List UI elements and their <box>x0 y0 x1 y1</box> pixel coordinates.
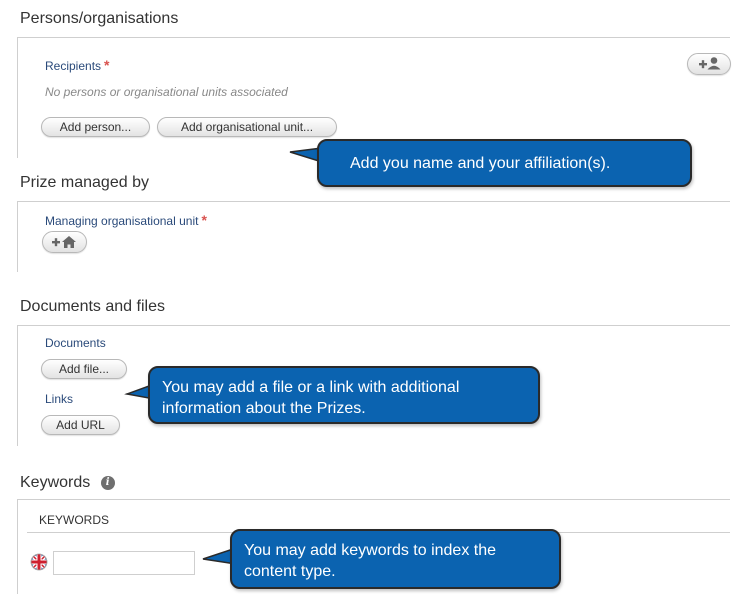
uk-flag-icon <box>30 553 48 571</box>
callout-keywords: You may add keywords to index the conten… <box>230 529 561 589</box>
callout-documents: You may add a file or a link with additi… <box>148 366 540 424</box>
required-icon: * <box>201 212 207 228</box>
add-file-button[interactable]: Add file... <box>41 359 127 379</box>
add-home-icon <box>52 236 76 248</box>
keywords-subheading: KEYWORDS <box>39 513 110 527</box>
callout-affiliation: Add you name and your affiliation(s). <box>317 139 692 187</box>
section-title-documents: Documents and files <box>20 298 165 315</box>
managing-unit-label: Managing organisational unit * <box>45 212 207 228</box>
add-recipient-button[interactable] <box>687 53 731 75</box>
recipients-label: Recipients * <box>45 57 110 73</box>
section-border <box>17 326 18 446</box>
add-person-button[interactable]: Add person... <box>41 117 150 137</box>
section-border <box>17 500 18 594</box>
callout-keywords-line: You may add keywords to index the <box>244 542 497 559</box>
callout-affiliation-text: Add you name and your affiliation(s). <box>350 155 611 172</box>
divider <box>17 201 730 202</box>
add-person-icon <box>699 57 721 70</box>
divider <box>17 325 730 326</box>
section-title-persons: Persons/organisations <box>20 10 179 27</box>
section-title-prize: Prize managed by <box>20 174 149 191</box>
callout-documents-line: information about the Prizes. <box>162 400 366 417</box>
documents-label: Documents <box>45 336 106 350</box>
section-border <box>17 202 18 272</box>
keyword-input[interactable] <box>53 551 195 575</box>
required-icon: * <box>104 57 110 73</box>
callout-documents-line: You may add a file or a link with additi… <box>162 379 460 396</box>
empty-recipients-note: No persons or organisational units assoc… <box>45 85 288 99</box>
divider <box>17 37 730 38</box>
add-org-unit-button[interactable]: Add organisational unit... <box>157 117 337 137</box>
section-border <box>17 38 18 158</box>
section-title-keywords: Keywords i <box>20 474 115 492</box>
divider <box>17 499 730 500</box>
add-url-button[interactable]: Add URL <box>41 415 120 435</box>
info-icon[interactable]: i <box>100 475 115 490</box>
add-managing-unit-button[interactable] <box>42 231 87 253</box>
callout-keywords-line: content type. <box>244 563 336 580</box>
links-label: Links <box>45 392 74 406</box>
